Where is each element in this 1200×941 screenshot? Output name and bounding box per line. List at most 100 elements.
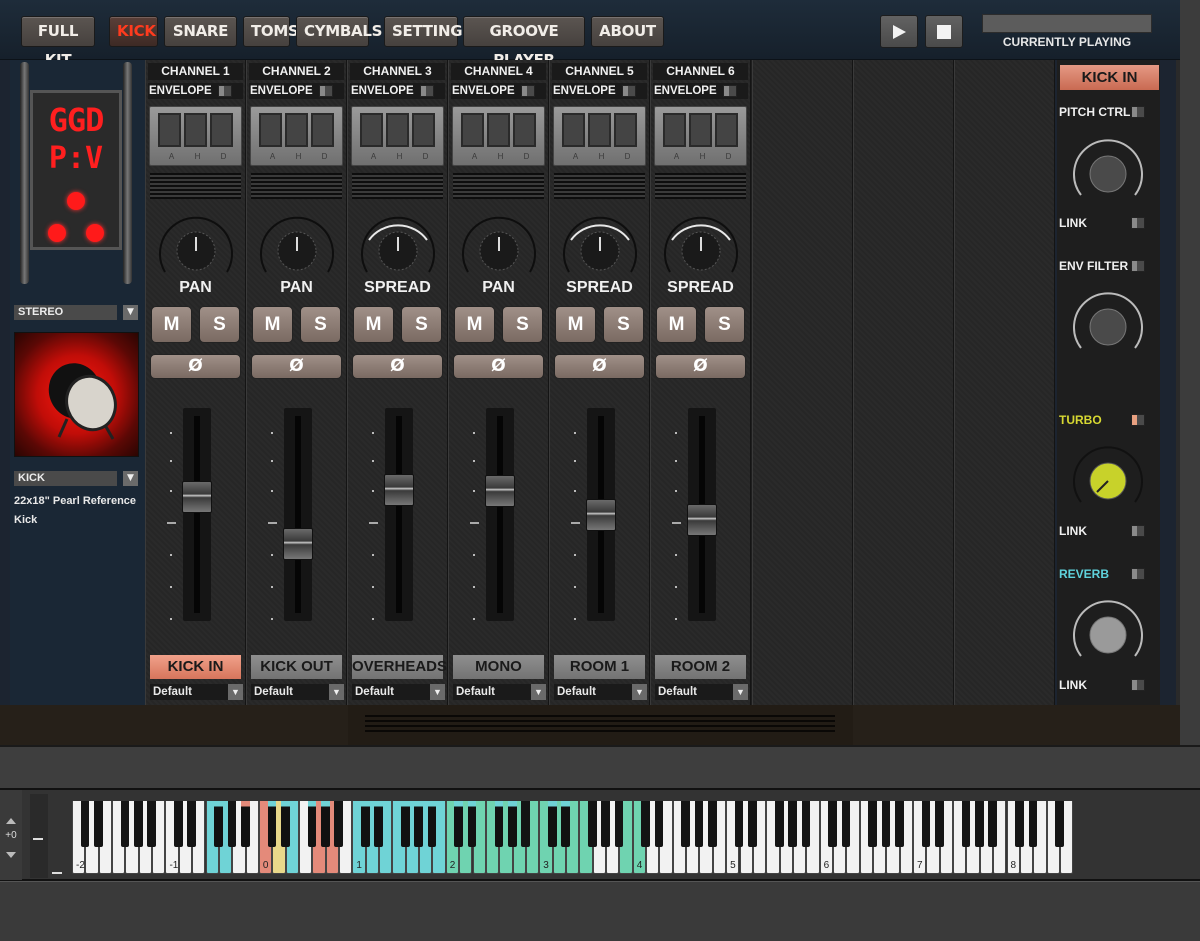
decay-slider[interactable] xyxy=(715,113,738,147)
volume-fader-handle[interactable] xyxy=(283,528,313,560)
piano-keyboard[interactable]: -2 -1 0 1 2 3 4 5 6 7 8 xyxy=(72,801,1074,876)
hold-slider[interactable] xyxy=(689,113,712,147)
tab-groove-player[interactable]: GROOVE PLAYER xyxy=(463,16,585,69)
volume-fader-handle[interactable] xyxy=(687,504,717,536)
black-key[interactable] xyxy=(187,801,197,847)
env-filter-knob[interactable] xyxy=(1067,286,1149,368)
chevron-down-icon[interactable]: ▼ xyxy=(430,684,445,700)
turbo-link-toggle[interactable] xyxy=(1131,525,1145,537)
reverb-link-toggle[interactable] xyxy=(1131,679,1145,691)
black-key[interactable] xyxy=(401,801,410,847)
tab-about[interactable]: ABOUT xyxy=(591,16,664,47)
black-key[interactable] xyxy=(361,801,370,847)
tab-settings[interactable]: SETTINGS xyxy=(384,16,473,47)
black-key[interactable] xyxy=(227,801,237,847)
channel-output-name[interactable]: KICK IN xyxy=(150,655,241,679)
black-key[interactable] xyxy=(1028,801,1038,847)
chevron-down-icon[interactable]: ▼ xyxy=(123,471,138,486)
volume-fader-track[interactable] xyxy=(183,408,211,621)
volume-fader-track[interactable] xyxy=(486,408,514,621)
envelope-toggle[interactable] xyxy=(723,85,737,97)
channel-output-name[interactable]: KICK OUT xyxy=(251,655,342,679)
phase-invert-button[interactable]: Ø xyxy=(352,354,443,379)
turbo-toggle[interactable] xyxy=(1131,414,1145,426)
tab-cymbals[interactable]: CYMBALS xyxy=(296,16,382,47)
channel-output-name[interactable]: ROOM 2 xyxy=(655,655,746,679)
mute-button[interactable]: M xyxy=(555,306,596,343)
black-key[interactable] xyxy=(1015,801,1024,847)
output-mode-select[interactable]: STEREO xyxy=(14,305,117,320)
mute-button[interactable]: M xyxy=(353,306,394,343)
attack-slider[interactable] xyxy=(158,113,181,147)
black-key[interactable] xyxy=(214,801,223,847)
volume-fader-handle[interactable] xyxy=(384,474,414,506)
black-key[interactable] xyxy=(654,801,664,847)
decay-slider[interactable] xyxy=(614,113,637,147)
hold-slider[interactable] xyxy=(285,113,308,147)
black-key[interactable] xyxy=(801,801,811,847)
mute-button[interactable]: M xyxy=(252,306,293,343)
hold-slider[interactable] xyxy=(184,113,207,147)
hold-slider[interactable] xyxy=(386,113,409,147)
black-key[interactable] xyxy=(841,801,851,847)
black-key[interactable] xyxy=(601,801,610,847)
tab-full-kit[interactable]: FULL KIT xyxy=(21,16,95,69)
solo-button[interactable]: S xyxy=(401,306,442,343)
decay-slider[interactable] xyxy=(412,113,435,147)
black-key[interactable] xyxy=(935,801,944,847)
attack-slider[interactable] xyxy=(562,113,585,147)
hold-slider[interactable] xyxy=(588,113,611,147)
black-key[interactable] xyxy=(267,801,277,847)
black-key[interactable] xyxy=(708,801,717,847)
chevron-down-icon[interactable]: ▼ xyxy=(329,684,344,700)
mute-button[interactable]: M xyxy=(454,306,495,343)
black-key[interactable] xyxy=(147,801,157,847)
solo-button[interactable]: S xyxy=(300,306,341,343)
black-key[interactable] xyxy=(280,801,290,847)
black-key[interactable] xyxy=(94,801,103,847)
channel-preset-select[interactable]: Default ▼ xyxy=(251,684,344,700)
black-key[interactable] xyxy=(828,801,837,847)
black-key[interactable] xyxy=(454,801,464,847)
channel-preset-select[interactable]: Default ▼ xyxy=(352,684,445,700)
black-key[interactable] xyxy=(895,801,904,847)
black-key[interactable] xyxy=(774,801,784,847)
black-key[interactable] xyxy=(734,801,744,847)
channel-output-name[interactable]: OVERHEADS xyxy=(352,655,447,679)
black-key[interactable] xyxy=(507,801,517,847)
black-key[interactable] xyxy=(494,801,504,847)
solo-button[interactable]: S xyxy=(603,306,644,343)
envelope-toggle[interactable] xyxy=(622,85,636,97)
mute-button[interactable]: M xyxy=(656,306,697,343)
channel-preset-select[interactable]: Default ▼ xyxy=(453,684,546,700)
black-key[interactable] xyxy=(561,801,570,847)
channel-preset-select[interactable]: Default ▼ xyxy=(150,684,243,700)
black-key[interactable] xyxy=(961,801,971,847)
tab-kick[interactable]: KICK xyxy=(109,16,158,47)
octave-control[interactable]: +0 xyxy=(0,790,22,880)
decay-slider[interactable] xyxy=(311,113,334,147)
envelope-toggle[interactable] xyxy=(319,85,333,97)
black-key[interactable] xyxy=(334,801,343,847)
mod-wheel[interactable] xyxy=(30,794,48,878)
tab-snare[interactable]: SNARE xyxy=(164,16,237,47)
black-key[interactable] xyxy=(80,801,90,847)
chevron-down-icon[interactable]: ▼ xyxy=(531,684,546,700)
reverb-knob[interactable] xyxy=(1067,594,1149,676)
black-key[interactable] xyxy=(881,801,891,847)
chevron-down-icon[interactable]: ▼ xyxy=(733,684,748,700)
phase-invert-button[interactable]: Ø xyxy=(655,354,746,379)
chevron-down-icon[interactable]: ▼ xyxy=(123,305,138,320)
volume-fader-handle[interactable] xyxy=(182,481,212,513)
attack-slider[interactable] xyxy=(663,113,686,147)
black-key[interactable] xyxy=(414,801,424,847)
black-key[interactable] xyxy=(587,801,597,847)
volume-fader-track[interactable] xyxy=(385,408,413,621)
phase-invert-button[interactable]: Ø xyxy=(453,354,544,379)
black-key[interactable] xyxy=(374,801,384,847)
black-key[interactable] xyxy=(174,801,183,847)
mute-button[interactable]: M xyxy=(151,306,192,343)
solo-button[interactable]: S xyxy=(199,306,240,343)
envelope-toggle[interactable] xyxy=(218,85,232,97)
black-key[interactable] xyxy=(868,801,877,847)
